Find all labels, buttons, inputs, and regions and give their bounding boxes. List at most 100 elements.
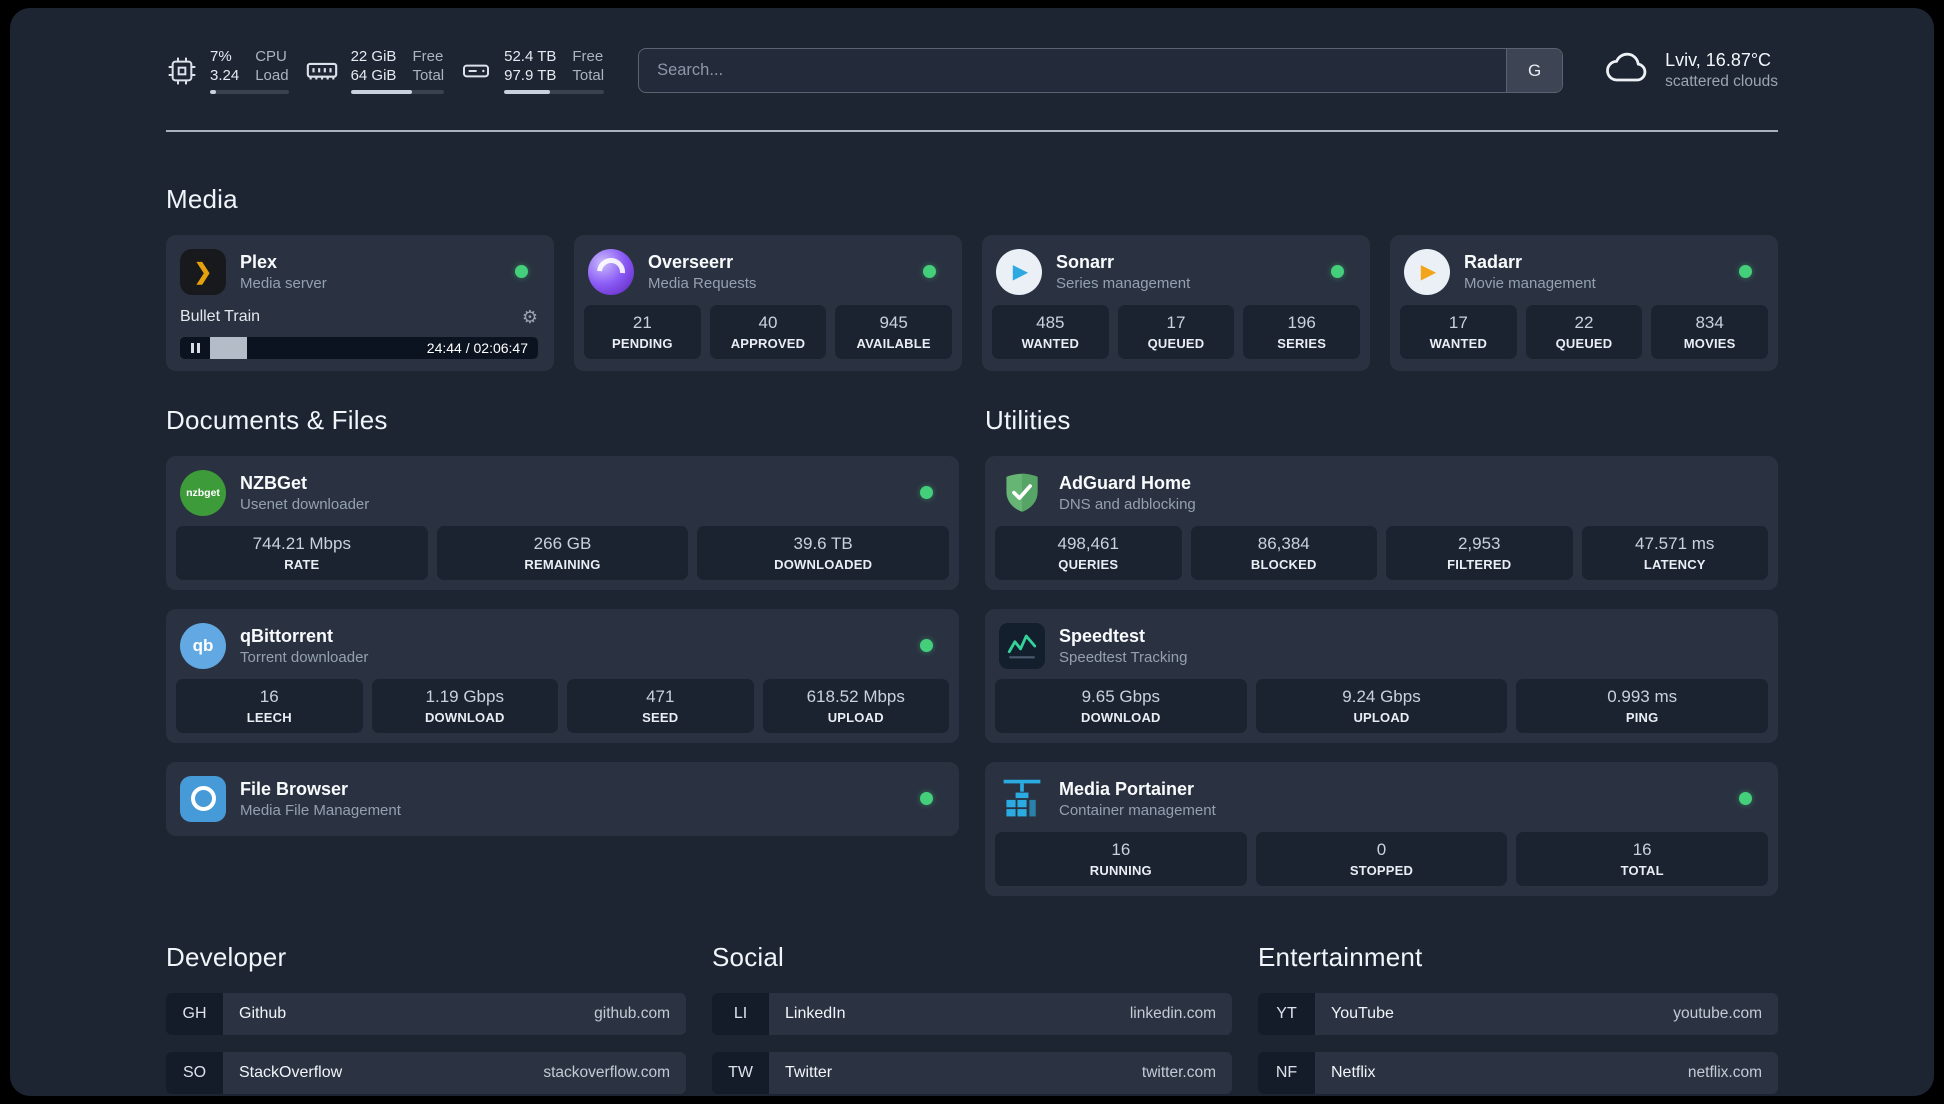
service-link-filebrowser[interactable]: File Browser Media File Management — [176, 772, 949, 826]
card-nzbget: nzbget NZBGet Usenet downloader 744.21 M… — [166, 455, 959, 590]
stat-value: 21 — [632, 312, 652, 332]
memory-progress-fill — [350, 89, 413, 94]
service-name: Sonarr — [1056, 251, 1115, 272]
bookmark-name: StackOverflow — [239, 1063, 343, 1081]
stat-label: UPLOAD — [1353, 709, 1410, 725]
bookmark-abbr: NF — [1258, 1051, 1315, 1094]
disk-total-label: Total — [572, 66, 605, 84]
bookmark-linkedin[interactable]: LI LinkedIn linkedin.com — [712, 992, 1232, 1035]
service-subtitle: Media File Management — [240, 801, 401, 819]
topbar: 7% 3.24 CPU Load 22 GiB 64 GiB Free Tota… — [166, 48, 1778, 94]
service-subtitle: Series management — [1056, 274, 1191, 292]
stat-label: QUEUED — [1147, 335, 1205, 351]
cpu-usage-value: 7% — [210, 48, 232, 65]
memory-progress-bar — [350, 89, 445, 94]
bookmark-twitter[interactable]: TW Twitter twitter.com — [712, 1051, 1232, 1094]
disk-free-value: 52.4 TB — [504, 48, 557, 65]
plex-icon: ❯ — [180, 248, 226, 295]
plex-now-playing: Bullet Train ⚙ 24:44 / 02:06:47 — [176, 307, 544, 361]
stat-upload: 618.52 Mbps UPLOAD — [762, 678, 949, 733]
stat-label: RATE — [284, 556, 320, 572]
status-dot-online — [1739, 265, 1752, 278]
status-dot-online — [1739, 792, 1752, 805]
qbittorrent-icon: qb — [180, 622, 226, 669]
search-provider-button[interactable]: G — [1506, 49, 1563, 93]
cpu-load-label: Load — [255, 66, 289, 84]
stat-value: 86,384 — [1257, 533, 1310, 553]
service-link-overseerr[interactable]: Overseerr Media Requests — [584, 245, 952, 305]
stat-label: MOVIES — [1683, 335, 1736, 351]
status-dot-online — [923, 265, 936, 278]
section-utilities: Utilities AdGuard Home DNS and adblockin… — [985, 405, 1778, 896]
service-name: Radarr — [1464, 251, 1523, 272]
stat-label: STOPPED — [1349, 862, 1414, 878]
section-title-social: Social — [712, 941, 785, 972]
playback-track[interactable] — [210, 336, 417, 359]
sonarr-icon: ▶ — [996, 248, 1042, 295]
stat-value: 22 — [1574, 312, 1594, 332]
section-title-media: Media — [166, 183, 238, 214]
stat-seed: 471 SEED — [567, 678, 754, 733]
stat-label: SEED — [642, 709, 679, 725]
pause-button[interactable] — [180, 336, 210, 359]
bookmark-github[interactable]: GH Github github.com — [166, 992, 686, 1035]
stat-ping: 0.993 ms PING — [1516, 678, 1768, 733]
stat-label: QUERIES — [1058, 556, 1119, 572]
section-media: Media ❯ Plex Media server Bullet Train ⚙… — [166, 184, 1778, 371]
bookmark-name: Github — [239, 1004, 287, 1022]
stat-label: AVAILABLE — [856, 335, 931, 351]
stat-queued: 17 QUEUED — [1117, 304, 1235, 359]
nzbget-icon-text: nzbget — [186, 486, 220, 499]
service-link-plex[interactable]: ❯ Plex Media server — [176, 245, 544, 305]
bookmark-netflix[interactable]: NF Netflix netflix.com — [1258, 1051, 1778, 1094]
memory-free-value: 22 GiB — [350, 48, 397, 65]
overseerr-icon — [588, 248, 634, 295]
service-name: File Browser — [240, 778, 349, 799]
stat-label: WANTED — [1429, 335, 1488, 351]
bookmark-domain: twitter.com — [1141, 1063, 1216, 1081]
stat-wanted: 485 WANTED — [992, 304, 1109, 359]
stat-approved: 40 APPROVED — [709, 304, 827, 359]
stat-value: 47.571 ms — [1635, 533, 1715, 553]
disk-free-label: Free — [572, 48, 604, 65]
stat-rate: 744.21 Mbps RATE — [176, 525, 428, 580]
search-input[interactable] — [639, 49, 1507, 93]
status-dot-online — [515, 265, 528, 278]
service-link-sonarr[interactable]: ▶ Sonarr Series management — [992, 245, 1360, 305]
stat-value: 16 — [1111, 839, 1131, 859]
weather-widget: Lviv, 16.87°C scattered clouds — [1603, 50, 1778, 91]
disk-progress-fill — [504, 89, 551, 94]
service-link-speedtest[interactable]: Speedtest Speedtest Tracking — [995, 619, 1768, 679]
service-link-radarr[interactable]: ▶ Radarr Movie management — [1400, 245, 1768, 305]
stat-leech: 16 LEECH — [176, 678, 363, 733]
bookmark-youtube[interactable]: YT YouTube youtube.com — [1258, 992, 1778, 1035]
gear-icon[interactable]: ⚙ — [522, 307, 538, 328]
search-bar: G — [638, 48, 1564, 94]
stat-label: REMAINING — [524, 556, 601, 572]
playback-time: 24:44 / 02:06:47 — [426, 339, 528, 356]
playback-progress-bar[interactable]: 24:44 / 02:06:47 — [180, 336, 538, 359]
nzbget-icon: nzbget — [180, 469, 226, 516]
stat-value: 0.993 ms — [1607, 686, 1678, 706]
service-link-qbittorrent[interactable]: qb qBittorrent Torrent downloader — [176, 619, 949, 679]
service-link-nzbget[interactable]: nzbget NZBGet Usenet downloader — [176, 466, 949, 526]
section-title-developer: Developer — [166, 941, 287, 972]
bookmark-domain: youtube.com — [1673, 1004, 1762, 1022]
card-speedtest: Speedtest Speedtest Tracking 9.65 Gbps D… — [985, 608, 1778, 743]
stat-value: 2,953 — [1457, 533, 1501, 553]
bookmark-name: Twitter — [785, 1063, 833, 1081]
stat-value: 40 — [758, 312, 778, 332]
stat-label: FILTERED — [1447, 556, 1512, 572]
service-link-portainer[interactable]: Media Portainer Container management — [995, 772, 1768, 832]
stat-label: QUEUED — [1555, 335, 1613, 351]
stat-label: DOWNLOADED — [774, 556, 873, 572]
play-glyph: ▶ — [1012, 261, 1029, 283]
memory-icon — [305, 54, 339, 88]
stat-total: 16 TOTAL — [1516, 831, 1768, 886]
bookmark-stackoverflow[interactable]: SO StackOverflow stackoverflow.com — [166, 1051, 686, 1094]
stat-value: 16 — [259, 686, 279, 706]
service-link-adguard[interactable]: AdGuard Home DNS and adblocking — [995, 466, 1768, 526]
stat-download: 1.19 Gbps DOWNLOAD — [371, 678, 558, 733]
stat-label: BLOCKED — [1250, 556, 1317, 572]
memory-free-label: Free — [412, 48, 444, 65]
